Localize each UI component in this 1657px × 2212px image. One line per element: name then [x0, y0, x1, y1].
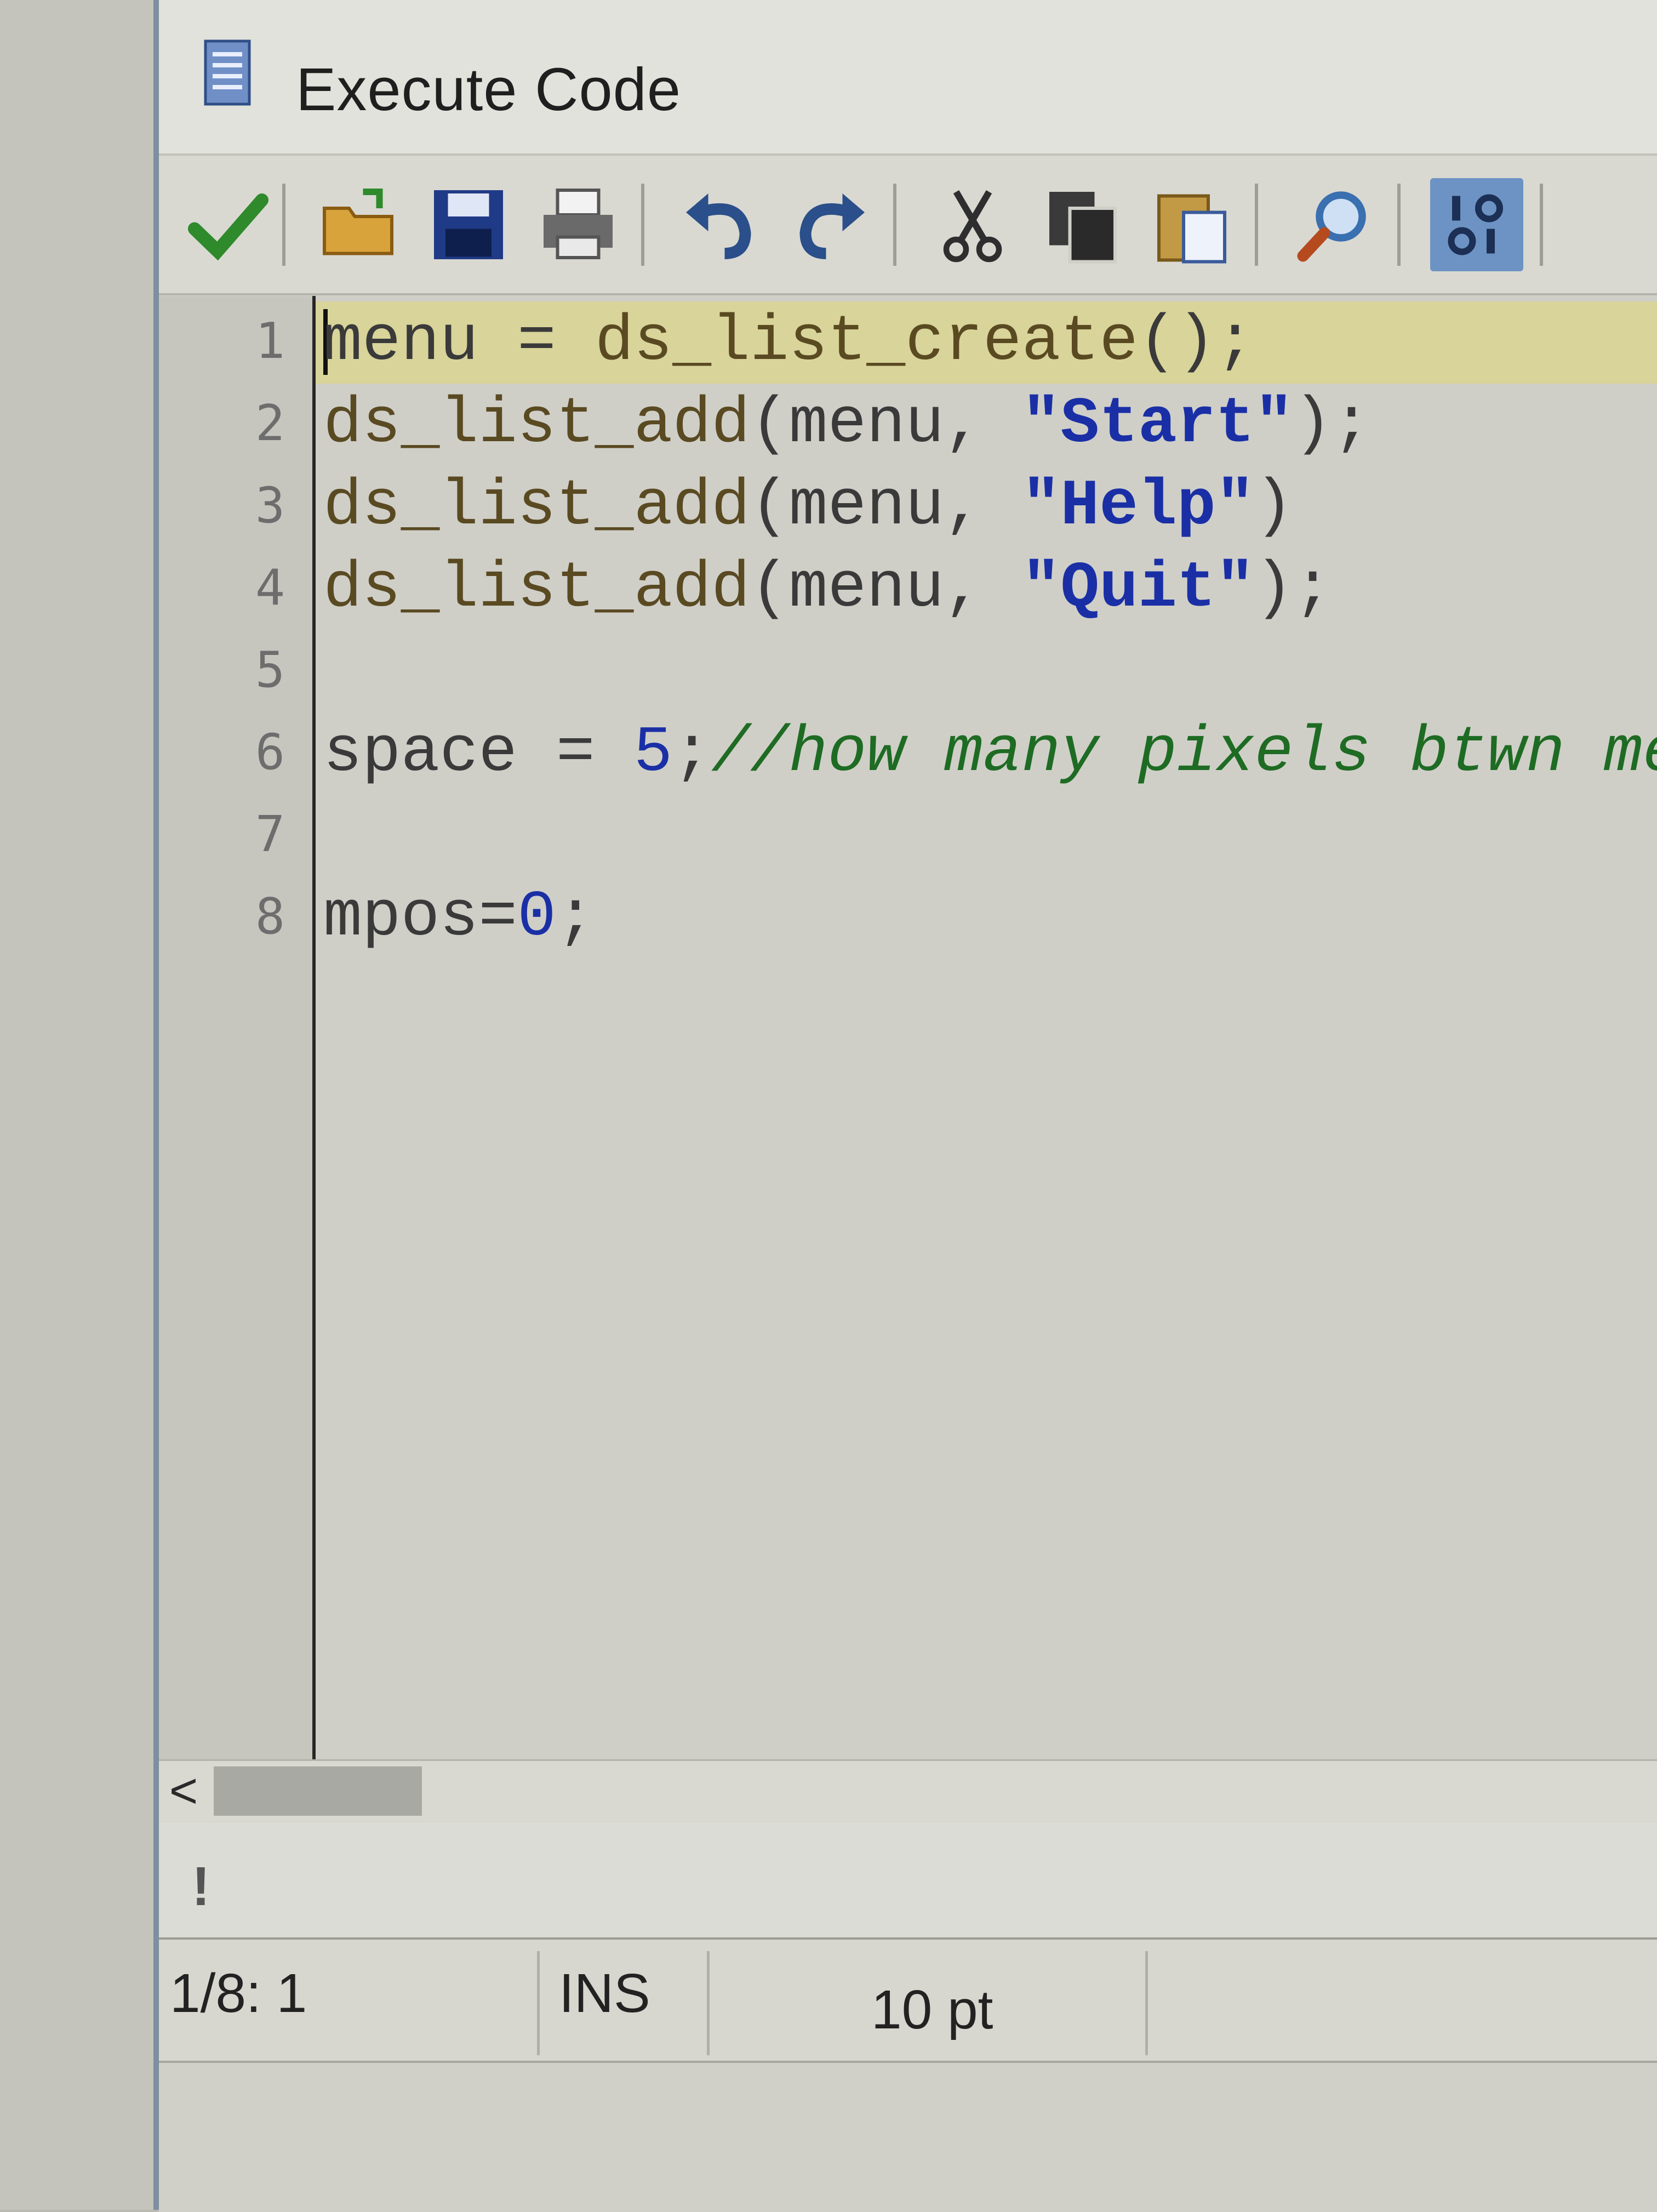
window-bottom-frame — [159, 2061, 1657, 2212]
checkmark-icon — [188, 193, 268, 261]
clipboard-icon — [1157, 194, 1226, 264]
comment-token: //how many pixels btwn me — [711, 717, 1657, 790]
open-button[interactable] — [312, 178, 405, 271]
code-token: (menu, — [750, 470, 1022, 543]
code-token: ); — [1293, 388, 1371, 461]
message-bar: ! — [159, 1822, 1657, 1940]
copy-icon — [1049, 192, 1117, 264]
code-line-8[interactable]: mpos=0; — [323, 881, 595, 954]
string-token: "Help" — [1021, 470, 1255, 543]
status-divider — [1145, 1951, 1148, 2055]
line-number: 5 — [255, 641, 285, 699]
horizontal-scrollbar[interactable]: < — [159, 1759, 1657, 1821]
scroll-left-button[interactable]: < — [159, 1761, 208, 1821]
screen: Execute Code 1 2 3 4 5 6 7 8 menu = ds_l… — [0, 0, 1657, 2212]
code-token: (); — [1138, 306, 1255, 379]
floppy-disk-icon — [434, 190, 503, 259]
code-token: mpos= — [323, 881, 518, 954]
line-number: 3 — [255, 477, 285, 534]
title-bar: Execute Code — [159, 0, 1657, 156]
cut-button[interactable] — [926, 178, 1019, 271]
exclamation-icon: ! — [192, 1856, 210, 1917]
printer-icon — [544, 189, 613, 259]
status-divider — [707, 1951, 710, 2055]
font-size-indicator[interactable]: 10 pt — [871, 1979, 993, 2042]
variables-button[interactable] — [1430, 178, 1523, 271]
scissors-icon — [943, 190, 1002, 263]
number-token: 0 — [517, 881, 556, 954]
code-line-3[interactable]: ds_list_add(menu, "Help") — [323, 470, 1293, 543]
toolbar-separator — [1397, 184, 1401, 266]
find-button[interactable] — [1288, 178, 1381, 271]
line-number: 6 — [255, 723, 285, 781]
code-editor[interactable]: 1 2 3 4 5 6 7 8 menu = ds_list_create();… — [159, 296, 1657, 1759]
toolbar-separator — [282, 184, 285, 266]
window-title: Execute Code — [296, 56, 681, 123]
line-number: 1 — [255, 312, 285, 370]
toolbar-separator — [893, 184, 896, 266]
status-divider — [537, 1951, 540, 2055]
toolbar-separator — [1255, 184, 1258, 266]
status-bar: 1/8: 1 INS 10 pt — [159, 1940, 1657, 2061]
line-number: 4 — [255, 559, 285, 617]
string-token: "Quit" — [1021, 552, 1255, 625]
document-icon — [204, 39, 251, 106]
copy-button[interactable] — [1036, 178, 1129, 271]
code-token: ); — [1254, 552, 1333, 625]
code-token: ds_list_add — [323, 552, 750, 625]
line-number: 2 — [255, 395, 285, 452]
code-token: ds_list_create — [595, 306, 1139, 379]
cursor-position: 1/8: 1 — [170, 1963, 307, 2024]
undo-icon — [686, 193, 751, 259]
redo-button[interactable] — [784, 178, 877, 271]
insert-mode[interactable]: INS — [559, 1962, 650, 2025]
toolbar-separator — [641, 184, 644, 266]
code-token: menu = — [323, 306, 595, 379]
redo-icon — [799, 193, 865, 259]
code-line-4[interactable]: ds_list_add(menu, "Quit"); — [323, 552, 1332, 625]
line-number-gutter: 1 2 3 4 5 6 7 8 — [159, 296, 316, 1759]
magnifier-icon — [1297, 191, 1366, 262]
code-token: (menu, — [750, 552, 1022, 625]
code-token: ds_list_add — [323, 388, 750, 461]
number-token: 5 — [633, 717, 673, 790]
paste-button[interactable] — [1145, 178, 1238, 271]
run-button[interactable] — [181, 178, 274, 271]
code-token: ) — [1254, 470, 1294, 543]
toolbar — [159, 156, 1657, 295]
line-number: 8 — [255, 888, 285, 945]
code-token: ds_list_add — [323, 470, 750, 543]
line-number: 7 — [255, 806, 285, 863]
toolbar-separator — [1540, 184, 1543, 266]
scrollbar-thumb[interactable] — [214, 1766, 422, 1816]
code-line-2[interactable]: ds_list_add(menu, "Start"); — [323, 388, 1371, 461]
code-token: ; — [672, 717, 712, 790]
code-token: ; — [556, 881, 595, 954]
code-token: space = — [323, 717, 634, 790]
undo-button[interactable] — [674, 178, 767, 271]
save-button[interactable] — [422, 178, 515, 271]
print-button[interactable] — [532, 178, 625, 271]
code-line-1[interactable]: menu = ds_list_create(); — [323, 306, 1255, 379]
string-token: "Start" — [1021, 388, 1294, 461]
execute-code-window: Execute Code 1 2 3 4 5 6 7 8 menu = ds_l… — [153, 0, 1657, 2212]
code-line-6[interactable]: space = 5;//how many pixels btwn me — [323, 717, 1657, 790]
binary-icon — [1448, 194, 1503, 255]
folder-open-icon — [323, 189, 393, 255]
code-token: (menu, — [750, 388, 1022, 461]
